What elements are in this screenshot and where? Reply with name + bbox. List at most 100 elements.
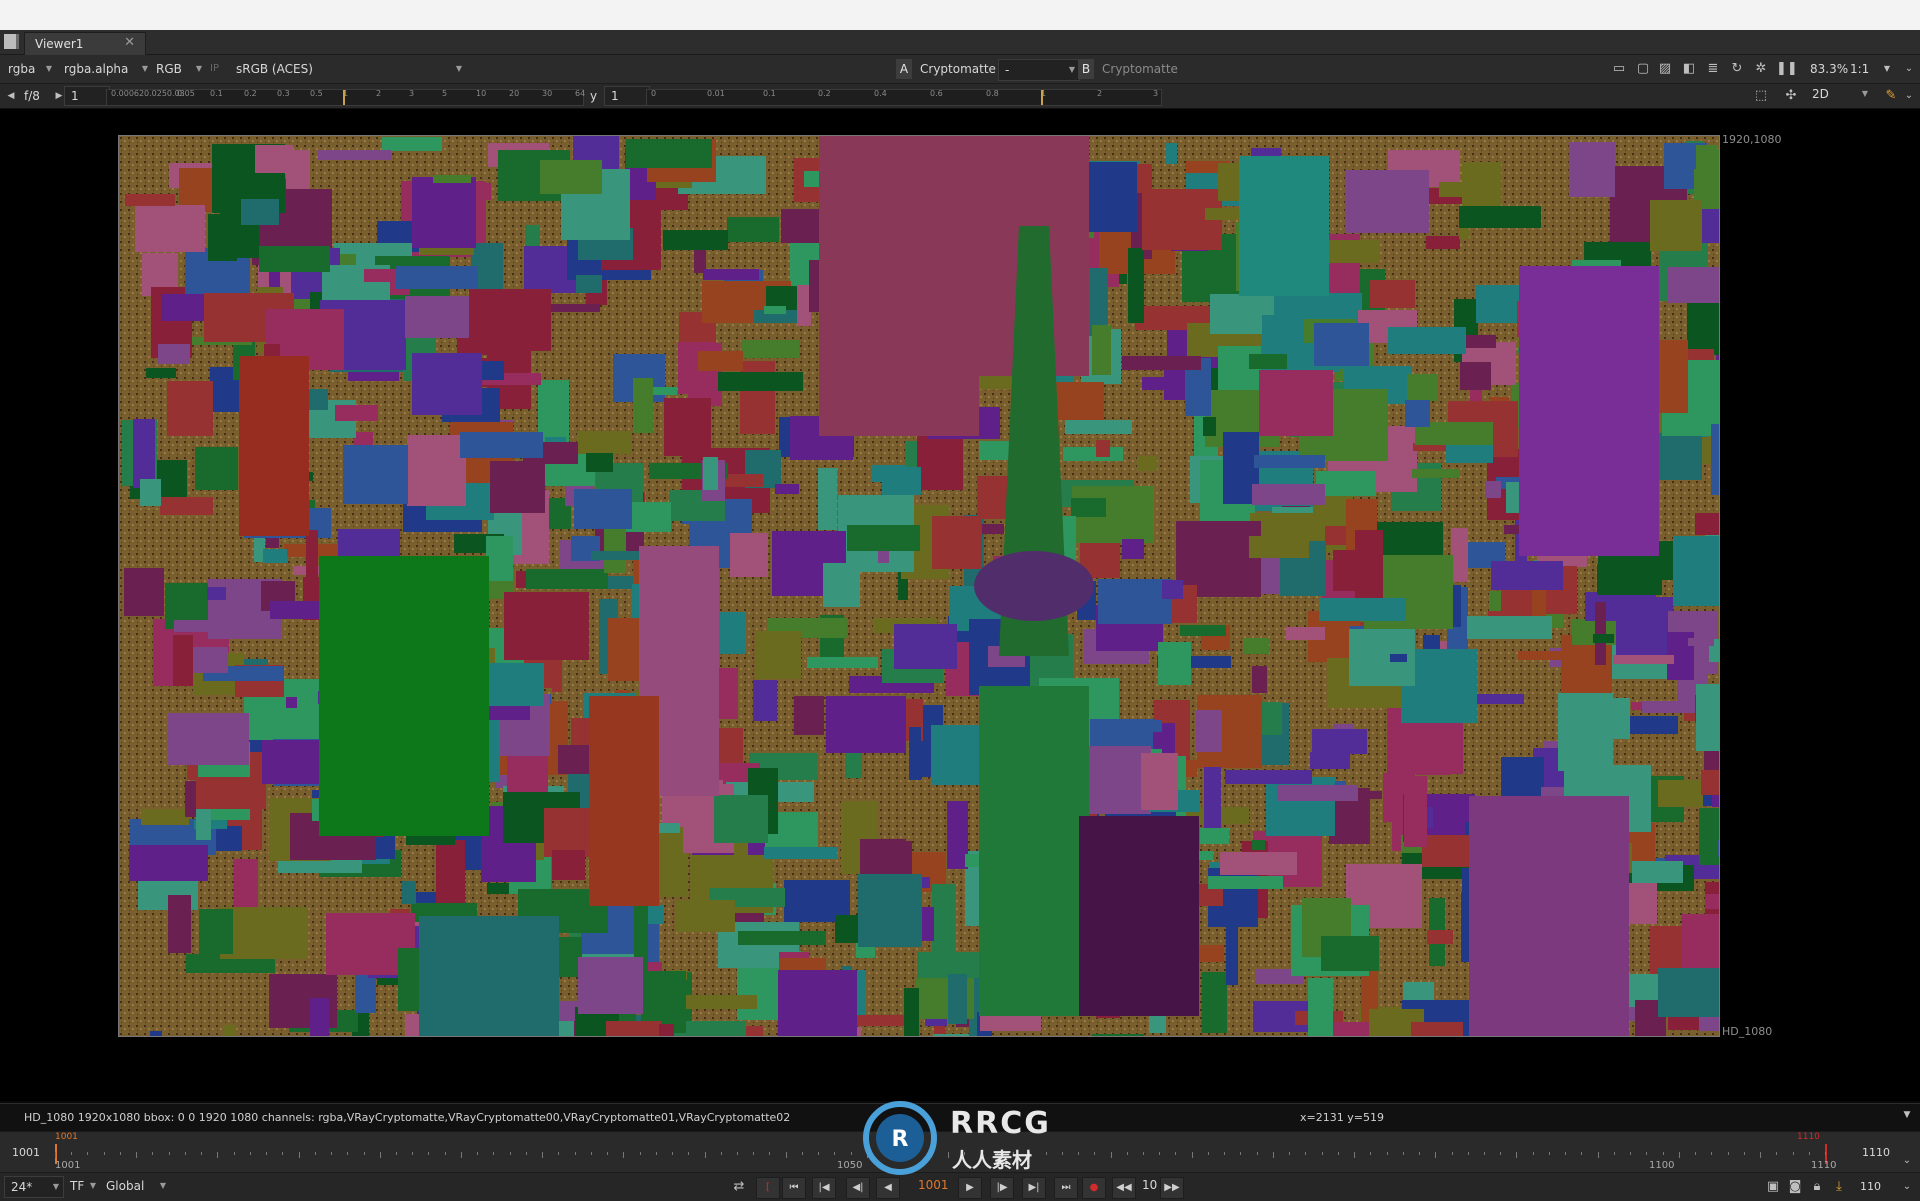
play-forward-icon[interactable]: ▶: [958, 1177, 982, 1199]
fstop-value[interactable]: f/8: [24, 89, 40, 103]
expand-icon[interactable]: ⌄: [1898, 1178, 1916, 1196]
current-frame-value: 1001: [918, 1178, 949, 1192]
gear-icon[interactable]: ✲: [1752, 60, 1770, 78]
slider-tick-label: 0.00062: [111, 89, 145, 98]
gain-slider[interactable]: 0.00062 0.0250.03 0.05 0.1 0.2 0.3 0.5 1 2 3 5 10 20…: [106, 89, 585, 106]
slider-tick-label: 0.1: [763, 89, 776, 98]
go-to-start-icon[interactable]: ⏮: [782, 1177, 806, 1199]
loop-icon[interactable]: ⇄: [730, 1178, 748, 1196]
timeline-tick: [1711, 1152, 1712, 1155]
transform-icon[interactable]: ✣: [1782, 87, 1800, 105]
timeline-end-frame[interactable]: 1110: [1862, 1146, 1890, 1159]
play-backward-icon[interactable]: ◀: [876, 1177, 900, 1199]
list-icon[interactable]: ≣: [1704, 60, 1722, 78]
slider-tick-label: 0.05: [177, 89, 195, 98]
zebra-icon[interactable]: ▨: [1656, 60, 1674, 78]
record-icon[interactable]: ●: [1082, 1177, 1106, 1199]
region-select-icon[interactable]: ⬚: [1752, 87, 1770, 105]
chevron-down-icon[interactable]: ▼: [1878, 60, 1896, 78]
timeline-tick: [1679, 1152, 1680, 1158]
expand-icon[interactable]: ⌄: [1900, 60, 1918, 78]
range-value: Global: [106, 1179, 145, 1193]
timeline-tick: [1403, 1152, 1404, 1155]
timeline-start-frame[interactable]: 1001: [12, 1146, 40, 1159]
gain-input[interactable]: 1: [64, 86, 110, 106]
tf-dropdown[interactable]: TF ▼: [64, 1176, 100, 1196]
timeline-tick: [1127, 1152, 1128, 1155]
slider-tick-label: 3: [1153, 89, 1159, 98]
channel-layer-dropdown[interactable]: rgba.alpha ▼: [58, 59, 152, 79]
a-input-dropdown[interactable]: Cryptomatte: [914, 59, 1000, 79]
tab-viewer1[interactable]: Viewer1 ✕: [24, 32, 146, 55]
logo-text: RRCG: [950, 1106, 1051, 1141]
overlay-icon[interactable]: ◧: [1680, 60, 1698, 78]
refresh-icon[interactable]: ↻: [1728, 60, 1746, 78]
pause-icon[interactable]: ❚❚: [1776, 60, 1798, 78]
slider-tick-label: 10: [476, 89, 487, 98]
gamma-input[interactable]: 1: [604, 86, 650, 106]
channels-dropdown[interactable]: rgba ▼: [2, 59, 56, 79]
timeline-tick: [834, 1152, 835, 1155]
pane-menu-handle[interactable]: [4, 34, 19, 49]
cryptomatte-image[interactable]: [118, 135, 1720, 1037]
compare-op-value: -: [1005, 63, 1010, 77]
gamma-slider[interactable]: 0 0.01 0.1 0.2 0.4 0.6 0.8 1 2 3: [646, 89, 1162, 106]
slider-tick-label: 0.5: [310, 89, 323, 98]
proxy-icon[interactable]: ◙: [1786, 1178, 1804, 1196]
compare-op-dropdown[interactable]: - ▼: [998, 59, 1080, 81]
b-input-dropdown[interactable]: Cryptomatte: [1096, 59, 1182, 79]
view-mode-dropdown[interactable]: 2D ▼: [1806, 84, 1872, 104]
timeline-tick: [87, 1152, 88, 1155]
pixel-ratio[interactable]: 1:1: [1850, 62, 1869, 76]
colorspace-dropdown[interactable]: sRGB (ACES) ▼: [230, 59, 466, 79]
timeline-tick: [1208, 1152, 1209, 1155]
slider-knob[interactable]: [1041, 90, 1043, 105]
safe-area-icon[interactable]: ▢: [1634, 60, 1652, 78]
a-input-label: A: [896, 59, 912, 79]
skip-back-icon[interactable]: ◀◀: [1112, 1177, 1136, 1199]
go-to-end-icon[interactable]: ⏭: [1054, 1177, 1078, 1199]
timeline-tick: [1240, 1152, 1241, 1155]
set-in-point-button[interactable]: [: [756, 1177, 780, 1199]
display-channels-dropdown[interactable]: RGB ▼: [150, 59, 206, 79]
chevron-down-icon: ▼: [45, 64, 52, 73]
next-frame-icon[interactable]: |▶: [990, 1177, 1014, 1199]
timeline-tick: [217, 1152, 218, 1158]
timeline-tick: [591, 1152, 592, 1155]
close-icon[interactable]: ✕: [124, 35, 135, 50]
prev-keyframe-icon[interactable]: |◀: [812, 1177, 836, 1199]
range-dropdown[interactable]: Global ▼: [100, 1176, 170, 1196]
current-frame-field[interactable]: 1001: [912, 1175, 954, 1195]
play-left-icon[interactable]: ◀: [2, 87, 20, 105]
chevron-down-icon[interactable]: ▼: [1898, 1106, 1916, 1124]
next-keyframe-icon[interactable]: ▶|: [1022, 1177, 1046, 1199]
expand-icon[interactable]: ⌄: [1900, 87, 1918, 105]
timeline-tick: [169, 1152, 170, 1155]
roi-icon[interactable]: ▭: [1610, 60, 1628, 78]
fps-dropdown[interactable]: 24* ▼: [4, 1176, 64, 1198]
skip-forward-icon[interactable]: ▶▶: [1160, 1177, 1184, 1199]
timeline-tick: [152, 1152, 153, 1155]
timeline-tick: [1468, 1152, 1469, 1155]
timeline-tick: [542, 1152, 543, 1158]
viewer-toolbar-top: rgba ▼ rgba.alpha ▼ RGB ▼ IP sRGB (ACES) ▼ A…: [0, 55, 1920, 84]
zoom-level[interactable]: 83.3%: [1810, 62, 1848, 76]
tab-bar: Viewer1 ✕: [0, 30, 1920, 55]
slider-tick-label: 0.2: [818, 89, 831, 98]
gamma-value: 1: [611, 89, 619, 103]
paint-brush-icon[interactable]: ✎: [1882, 87, 1900, 105]
format-name-label: HD_1080: [1722, 1025, 1773, 1038]
timeline-tick: [1175, 1152, 1176, 1155]
logo-subtext: 人人素材: [952, 1148, 1032, 1172]
timeline-tick: [737, 1152, 738, 1155]
end-frame-field[interactable]: 110: [1860, 1180, 1881, 1193]
cache-icon[interactable]: ⤓: [1830, 1178, 1848, 1196]
expand-icon[interactable]: ⌄: [1898, 1152, 1916, 1170]
prev-frame-icon[interactable]: ◀|: [846, 1177, 870, 1199]
timeline-tick: [315, 1152, 316, 1155]
flipbook-icon[interactable]: ▣: [1764, 1178, 1782, 1196]
timeline-tick: [250, 1152, 251, 1155]
viewer-canvas[interactable]: 1920,1080 HD_1080: [0, 109, 1920, 1101]
slider-knob[interactable]: [343, 90, 345, 105]
lock-icon[interactable]: 🔒︎: [1808, 1178, 1826, 1196]
